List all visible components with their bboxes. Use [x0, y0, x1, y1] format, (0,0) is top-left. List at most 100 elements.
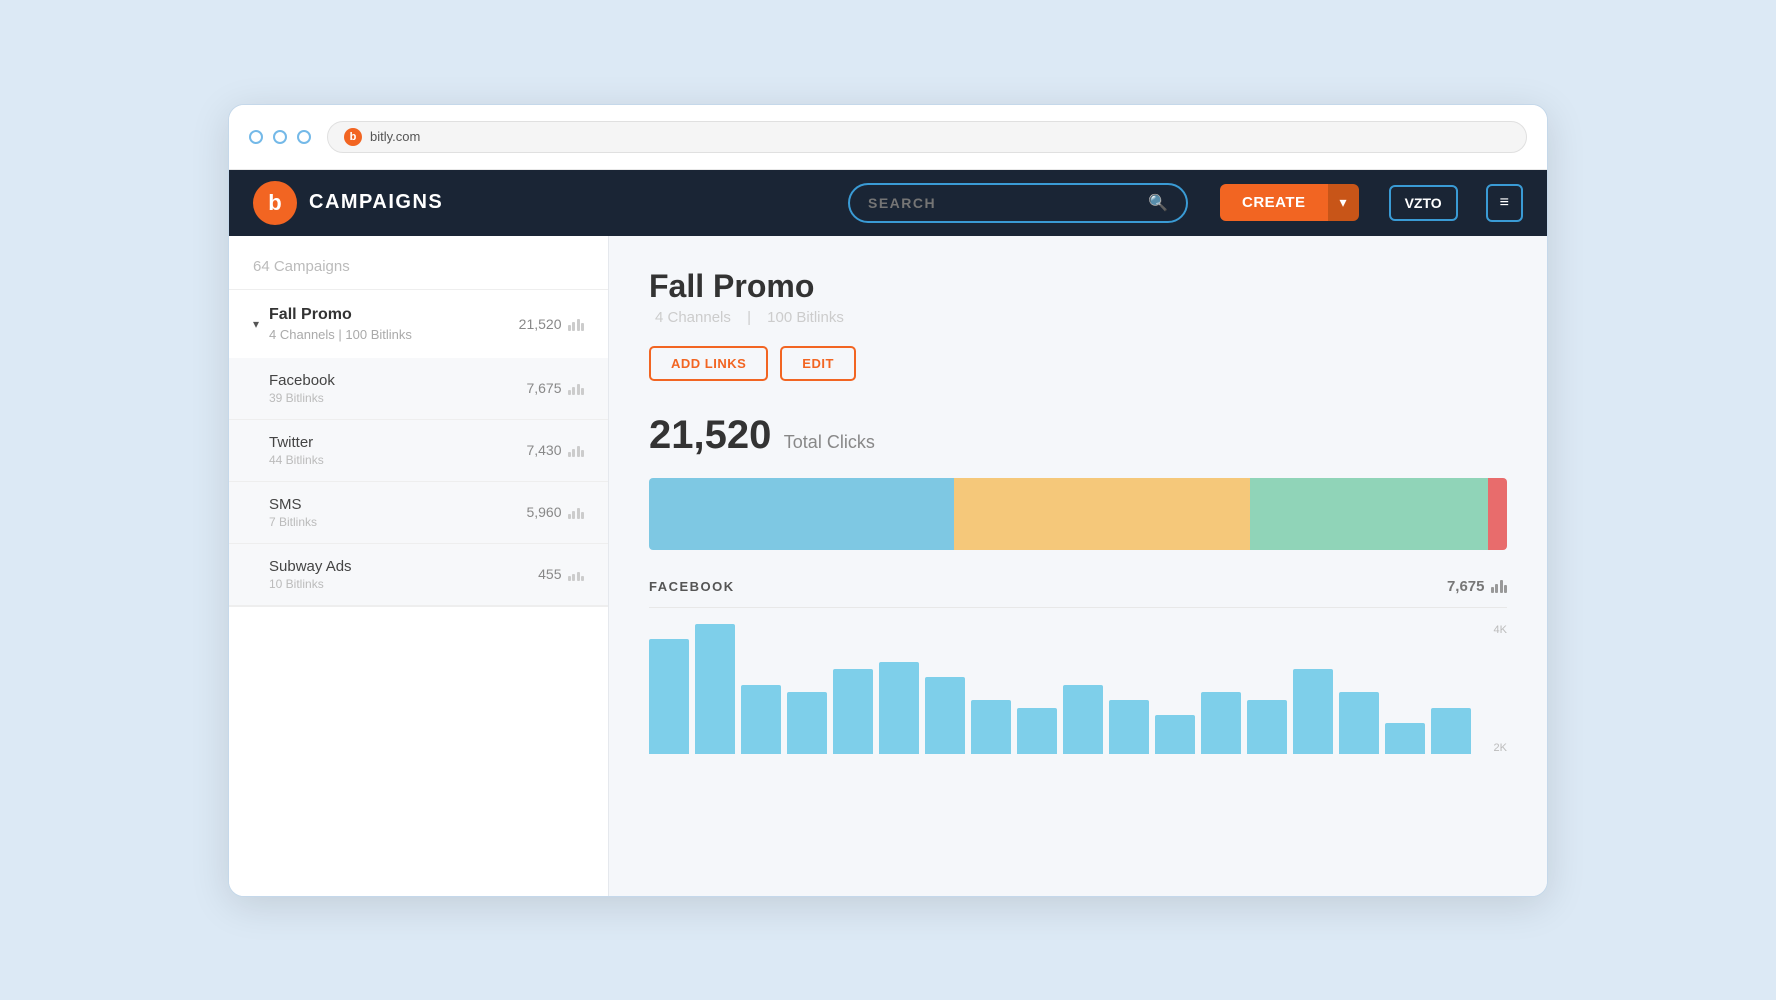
search-icon: 🔍 [1148, 193, 1168, 213]
campaign-info: Fall Promo 4 Channels | 100 Bitlinks [269, 306, 519, 342]
y-label-4k: 4K [1494, 624, 1507, 636]
channel-clicks: 7,430 [526, 442, 584, 458]
campaign-clicks: 21,520 [519, 316, 562, 332]
stacked-bar-chart [649, 478, 1507, 550]
channel-info: SMS 7 Bitlinks [269, 496, 526, 529]
channel-divider [649, 607, 1507, 608]
subtitle-channels: 4 Channels [655, 309, 731, 326]
create-button[interactable]: CREATE [1220, 184, 1328, 221]
bar-chart-bar [971, 700, 1011, 754]
bar-chart-bar [1431, 708, 1471, 754]
browser-dots [249, 130, 311, 144]
channel-detail-count: 7,675 [1447, 578, 1507, 595]
app-body: 64 Campaigns ▾ Fall Promo 4 Channels | 1… [229, 236, 1547, 896]
campaign-item[interactable]: ▾ Fall Promo 4 Channels | 100 Bitlinks 2… [229, 290, 608, 607]
facebook-bar-chart [649, 624, 1507, 754]
sidebar: 64 Campaigns ▾ Fall Promo 4 Channels | 1… [229, 236, 609, 896]
clicks-bar-icon [568, 317, 585, 331]
url-text: bitly.com [370, 129, 420, 144]
browser-window: b bitly.com b CAMPAIGNS 🔍 CREATE ▾ VZTO … [228, 104, 1548, 897]
campaign-meta: 4 Channels | 100 Bitlinks [269, 327, 519, 342]
channel-name: Facebook [269, 372, 526, 389]
total-clicks-label: Total Clicks [784, 432, 875, 452]
channel-list: Facebook 39 Bitlinks 7,675 [229, 358, 608, 606]
bar-chart-bar [1155, 715, 1195, 753]
browser-dot-3[interactable] [297, 130, 311, 144]
channel-item-subway-ads[interactable]: Subway Ads 10 Bitlinks 455 [229, 544, 608, 606]
bar-chart-bar [1247, 700, 1287, 754]
bar-chart-bar [1385, 723, 1425, 754]
channel-clicks: 455 [538, 566, 584, 582]
channel-bar-icon [568, 505, 585, 519]
channel-meta: 39 Bitlinks [269, 391, 526, 405]
channel-info: Subway Ads 10 Bitlinks [269, 558, 538, 591]
total-clicks-value: 21,520 [649, 413, 771, 457]
channel-bar-icon [568, 381, 585, 395]
channel-detail-header: FACEBOOK 7,675 [649, 578, 1507, 595]
channel-detail-bar-icon [1491, 579, 1508, 593]
channel-name: SMS [269, 496, 526, 513]
channel-name: Twitter [269, 434, 526, 451]
bar-chart-bar [833, 669, 873, 753]
channel-name: Subway Ads [269, 558, 538, 575]
channel-meta: 10 Bitlinks [269, 577, 538, 591]
stacked-bar-segment [1488, 478, 1507, 550]
edit-button[interactable]: EDIT [780, 346, 856, 381]
browser-dot-1[interactable] [249, 130, 263, 144]
stacked-bar-segment [954, 478, 1250, 550]
channel-meta: 44 Bitlinks [269, 453, 526, 467]
y-axis: 4K 2K [1494, 624, 1507, 754]
bar-chart-bar [1339, 692, 1379, 753]
channel-item-facebook[interactable]: Facebook 39 Bitlinks 7,675 [229, 358, 608, 420]
y-label-2k: 2K [1494, 742, 1507, 754]
channel-meta: 7 Bitlinks [269, 515, 526, 529]
channel-item-sms[interactable]: SMS 7 Bitlinks 5,960 [229, 482, 608, 544]
add-links-button[interactable]: ADD LINKS [649, 346, 768, 381]
channel-bar-icon [568, 567, 585, 581]
bar-chart-bar [1293, 669, 1333, 753]
bar-chart-bar [1201, 692, 1241, 753]
menu-button[interactable]: ≡ [1486, 184, 1523, 222]
page-subtitle: 4 Channels | 100 Bitlinks [649, 309, 1507, 326]
channel-clicks: 5,960 [526, 504, 584, 520]
chevron-icon: ▾ [253, 317, 259, 331]
user-button[interactable]: VZTO [1389, 185, 1458, 221]
campaign-main-row[interactable]: ▾ Fall Promo 4 Channels | 100 Bitlinks 2… [229, 290, 608, 358]
bar-chart-bar [1017, 708, 1057, 754]
search-bar[interactable]: 🔍 [848, 183, 1188, 223]
channel-bar-icon [568, 443, 585, 457]
url-bar[interactable]: b bitly.com [327, 121, 1527, 153]
stacked-bar-segment [649, 478, 954, 550]
action-buttons: ADD LINKS EDIT [649, 346, 1507, 381]
page-title: Fall Promo [649, 268, 1507, 305]
channel-count-value: 7,675 [1447, 578, 1485, 595]
site-favicon: b [344, 128, 362, 146]
campaign-count: 64 Campaigns [229, 236, 608, 290]
browser-chrome: b bitly.com [229, 105, 1547, 170]
bar-chart-bar [879, 662, 919, 754]
stacked-bar-segment [1250, 478, 1488, 550]
bar-chart-bar [1063, 685, 1103, 754]
bar-chart-bar [787, 692, 827, 753]
brand-icon: b [253, 181, 297, 225]
total-clicks: 21,520 Total Clicks [649, 413, 1507, 458]
bar-chart-bar [925, 677, 965, 753]
channel-item-twitter[interactable]: Twitter 44 Bitlinks 7,430 [229, 420, 608, 482]
create-dropdown-button[interactable]: ▾ [1328, 184, 1359, 221]
bar-chart-bar [695, 624, 735, 754]
app-header: b CAMPAIGNS 🔍 CREATE ▾ VZTO ≡ [229, 170, 1547, 236]
main-panel: Fall Promo 4 Channels | 100 Bitlinks ADD… [609, 236, 1547, 896]
bar-chart-bar [649, 639, 689, 754]
subtitle-separator: | [747, 309, 751, 326]
create-button-group[interactable]: CREATE ▾ [1220, 184, 1359, 221]
channel-clicks: 7,675 [526, 380, 584, 396]
campaign-stats: 21,520 [519, 316, 584, 332]
bar-chart-bar [1109, 700, 1149, 754]
brand-logo: b CAMPAIGNS [253, 181, 443, 225]
channel-info: Facebook 39 Bitlinks [269, 372, 526, 405]
channel-detail-title: FACEBOOK [649, 579, 735, 594]
browser-dot-2[interactable] [273, 130, 287, 144]
bar-chart-container: 4K 2K [649, 624, 1507, 754]
search-input[interactable] [868, 195, 1138, 211]
campaign-name: Fall Promo [269, 306, 519, 324]
